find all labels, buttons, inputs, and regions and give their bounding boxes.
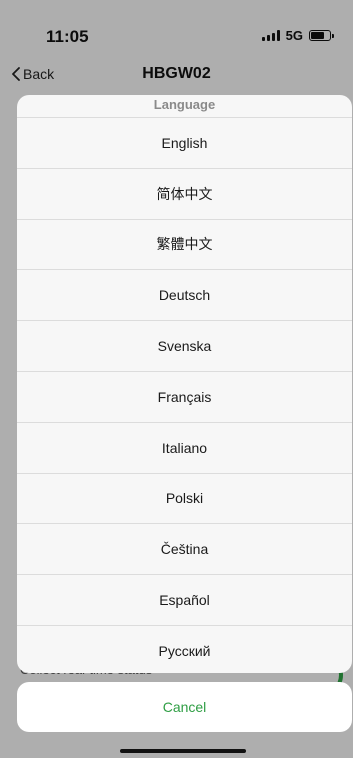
cancel-button[interactable]: Cancel xyxy=(17,682,352,732)
home-indicator xyxy=(120,749,246,753)
language-option[interactable]: Polski xyxy=(17,472,352,524)
language-option[interactable]: 繁體中文 xyxy=(17,218,352,270)
language-action-sheet: Language English 简体中文 繁體中文 Deutsch Svens… xyxy=(17,95,352,673)
language-option[interactable]: English xyxy=(17,117,352,168)
language-option[interactable]: Русский xyxy=(17,624,352,673)
language-option[interactable]: Svenska xyxy=(17,320,352,371)
language-option[interactable]: Deutsch xyxy=(17,269,352,320)
language-option[interactable]: Français xyxy=(17,370,352,422)
language-option[interactable]: Italiano xyxy=(17,421,352,473)
language-option[interactable]: Español xyxy=(17,574,352,625)
sheet-title: Language xyxy=(153,97,216,112)
language-option[interactable]: Čeština xyxy=(17,523,352,574)
language-option[interactable]: 简体中文 xyxy=(17,167,352,219)
